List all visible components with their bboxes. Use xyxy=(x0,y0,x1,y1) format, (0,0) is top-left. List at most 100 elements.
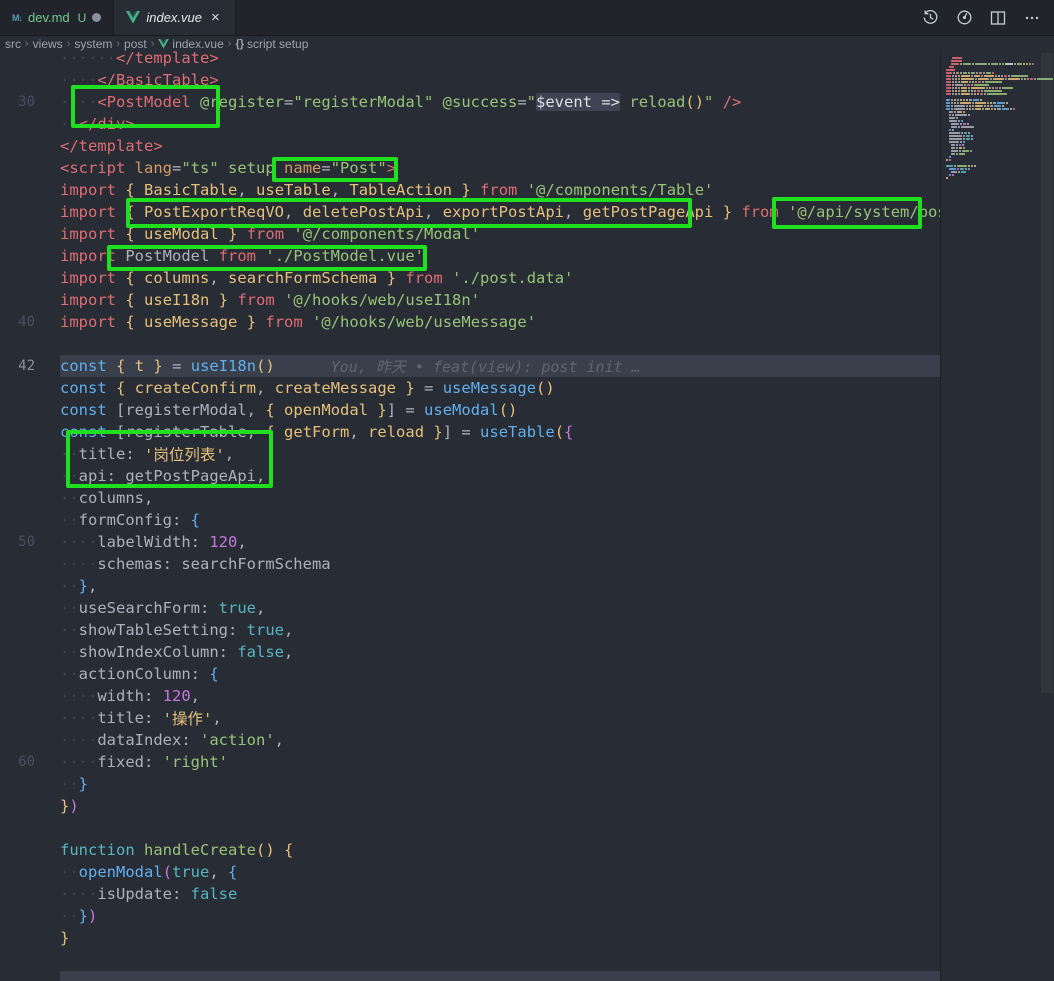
code-token: handleCreate xyxy=(144,841,256,859)
scrollbar-thumb[interactable] xyxy=(1041,53,1053,693)
code-token: : xyxy=(181,731,200,749)
code-line[interactable]: 40import { useMessage } from '@/hooks/we… xyxy=(0,311,941,333)
code-line[interactable]: ··columns, xyxy=(0,487,941,509)
code-token xyxy=(732,203,741,221)
code-token xyxy=(125,159,134,177)
minimap-segment xyxy=(960,123,962,125)
code-token: } xyxy=(387,269,396,287)
code-line[interactable]: ····isUpdate: false xyxy=(0,883,941,905)
code-token xyxy=(779,203,788,221)
code-line[interactable]: const [registerTable, { getForm, reload … xyxy=(0,421,941,443)
unsaved-dot-icon[interactable] xyxy=(92,13,101,22)
minimap[interactable] xyxy=(940,51,1054,981)
code-token xyxy=(396,379,405,397)
code-line[interactable] xyxy=(0,971,941,981)
code-token: } xyxy=(228,225,237,243)
code-line[interactable]: } xyxy=(0,927,941,949)
code-area[interactable]: ······</template>····</BasicTable>30····… xyxy=(0,51,941,981)
code-line[interactable]: ····schemas: searchFormSchema xyxy=(0,553,941,575)
code-token: ·· xyxy=(60,467,79,485)
code-line[interactable] xyxy=(0,817,941,839)
vue-icon xyxy=(126,11,140,24)
blame-annotations-icon[interactable] xyxy=(952,6,976,30)
code-line[interactable]: }) xyxy=(0,795,941,817)
code-token: useMessage xyxy=(144,313,237,331)
code-line[interactable]: ··formConfig: { xyxy=(0,509,941,531)
code-token: function xyxy=(60,841,135,859)
minimap-segment xyxy=(967,123,969,125)
code-line[interactable]: ··showTableSetting: true, xyxy=(0,619,941,641)
breadcrumb-system[interactable]: system xyxy=(74,37,112,51)
tab-dev-md[interactable]: M↓ dev.md U xyxy=(0,0,114,35)
minimap-segment xyxy=(949,174,951,176)
code-token: title xyxy=(97,709,144,727)
code-line[interactable]: import { PostExportReqVO, deletePostApi,… xyxy=(0,201,941,223)
code-line[interactable]: ··api: getPostPageApi, xyxy=(0,465,941,487)
line-content: ····labelWidth: 120, xyxy=(60,531,941,553)
minimap-segment xyxy=(974,165,976,167)
minimap-segment xyxy=(971,135,973,137)
code-line[interactable]: 50····labelWidth: 120, xyxy=(0,531,941,553)
code-line[interactable]: import { useModal } from '@/components/M… xyxy=(0,223,941,245)
code-token: /> xyxy=(723,93,742,111)
breadcrumb-post[interactable]: post xyxy=(124,37,147,51)
code-line[interactable]: ······</template> xyxy=(0,51,941,69)
minimap-segment xyxy=(953,72,955,74)
breadcrumb-index-vue[interactable]: index.vue xyxy=(172,37,223,51)
code-line[interactable]: ··useSearchForm: true, xyxy=(0,597,941,619)
code-line[interactable]: import PostModel from './PostModel.vue' xyxy=(0,245,941,267)
code-token: { xyxy=(265,401,274,419)
breadcrumb-views[interactable]: views xyxy=(33,37,63,51)
code-line[interactable]: 42const { t } = useI18n()You, 昨天 • feat(… xyxy=(0,355,941,377)
minimap-segment xyxy=(957,165,967,167)
code-token: '岗位列表' xyxy=(144,443,225,465)
code-line[interactable]: ··showIndexColumn: false, xyxy=(0,641,941,663)
code-line[interactable]: ····title: '操作', xyxy=(0,707,941,729)
code-line[interactable]: function handleCreate() { xyxy=(0,839,941,861)
code-token: { xyxy=(125,291,134,309)
minimap-segment xyxy=(958,120,960,122)
code-line[interactable]: ··}, xyxy=(0,575,941,597)
close-icon[interactable]: × xyxy=(208,9,223,26)
timeline-icon[interactable] xyxy=(918,6,942,30)
code-token: useSearchForm xyxy=(79,599,200,617)
code-line[interactable]: const [registerModal, { openModal }] = u… xyxy=(0,399,941,421)
code-token: { xyxy=(116,357,125,375)
code-line[interactable]: import { BasicTable, useTable, TableActi… xyxy=(0,179,941,201)
minimap-segment xyxy=(984,90,1002,92)
code-token: = xyxy=(517,93,526,111)
code-line[interactable]: ····</BasicTable> xyxy=(0,69,941,91)
breadcrumb-src[interactable]: src xyxy=(5,37,21,51)
code-line[interactable]: ····dataIndex: 'action', xyxy=(0,729,941,751)
code-line[interactable]: ··</div> xyxy=(0,113,941,135)
code-token: ·· xyxy=(60,115,79,133)
code-line[interactable]: import { columns, searchFormSchema } fro… xyxy=(0,267,941,289)
editor-pane[interactable]: ······</template>····</BasicTable>30····… xyxy=(0,51,1054,981)
minimap-gap xyxy=(946,60,950,62)
minimap-gap xyxy=(946,126,950,128)
more-actions-icon[interactable] xyxy=(1020,6,1044,30)
minimap-segment xyxy=(961,81,968,83)
tab-index-vue[interactable]: index.vue × xyxy=(114,0,235,35)
line-content: ··title: '岗位列表', xyxy=(60,443,941,465)
symbol-braces-icon: {} xyxy=(235,38,244,50)
minimap-row xyxy=(946,117,1038,119)
code-line[interactable]: 60····fixed: 'right' xyxy=(0,751,941,773)
minimap-gap xyxy=(946,120,948,122)
code-line[interactable]: ··title: '岗位列表', xyxy=(0,443,941,465)
split-editor-icon[interactable] xyxy=(986,6,1010,30)
code-line[interactable]: ··}) xyxy=(0,905,941,927)
code-line[interactable]: <script lang="ts" setup name="Post"> xyxy=(0,157,941,179)
code-line[interactable] xyxy=(0,949,941,971)
code-line[interactable]: ··openModal(true, { xyxy=(0,861,941,883)
line-content: import { useMessage } from '@/hooks/web/… xyxy=(60,311,941,333)
code-line[interactable]: 30····<PostModel @register="registerModa… xyxy=(0,91,941,113)
code-line[interactable]: const { createConfirm, createMessage } =… xyxy=(0,377,941,399)
code-line[interactable]: ····width: 120, xyxy=(0,685,941,707)
code-line[interactable]: </template> xyxy=(0,135,941,157)
code-line[interactable] xyxy=(0,333,941,355)
code-line[interactable]: ··actionColumn: { xyxy=(0,663,941,685)
code-line[interactable]: import { useI18n } from '@/hooks/web/use… xyxy=(0,289,941,311)
code-line[interactable]: ··} xyxy=(0,773,941,795)
breadcrumb-script-setup[interactable]: script setup xyxy=(247,37,308,51)
